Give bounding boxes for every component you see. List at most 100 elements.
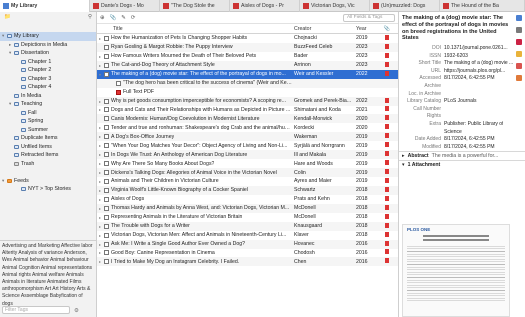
attachment-icon[interactable] [380, 70, 394, 78]
table-row[interactable]: ▸ How the Humanization of Pets Is Changin… [97, 34, 398, 43]
attachment-icon[interactable] [380, 106, 394, 113]
tab-document-3[interactable]: Aisles of Dogs - Pr [230, 0, 300, 12]
attachment-icon[interactable] [380, 97, 394, 105]
table-row[interactable]: ▸ A Dog's Box-Office Journey Wakeman 2019 [97, 132, 398, 142]
collection-item[interactable]: Retracted Items [0, 151, 96, 160]
attachment-icon[interactable] [380, 160, 394, 167]
attachment-icon[interactable] [380, 258, 394, 265]
abstract-section[interactable]: ▸ Abstract The media is a powerful for..… [399, 150, 525, 160]
table-row[interactable]: Ryan Gosling & Margot Robbie: The Puppy … [97, 42, 398, 52]
table-row[interactable]: ▸ Tender and true and ronhuman: Shakespea… [97, 123, 398, 132]
collection-item[interactable]: ▸ Depictions in Media [0, 41, 96, 50]
attachment-icon[interactable] [380, 231, 394, 239]
search-input[interactable]: All Fields & Tags [343, 13, 395, 22]
table-row[interactable]: ▸ Dickens's Talking Dogs: Allegories of A… [97, 168, 398, 177]
attachment-icon[interactable] [380, 213, 394, 221]
field-value[interactable]: 10.1371/journal.pone.0261... [444, 45, 508, 51]
attachments-icon[interactable] [516, 39, 522, 45]
item-title[interactable]: The making of a (dog) movie star: The ef… [399, 12, 525, 44]
abstract-icon[interactable] [516, 27, 522, 33]
table-row[interactable]: "The dog hero has been critical to the s… [97, 78, 398, 88]
column-title[interactable]: Title [97, 26, 292, 32]
filter-tags-input[interactable]: Filter Tags [2, 306, 70, 314]
collection-item[interactable]: NYT > Top Stories [0, 185, 96, 194]
table-row[interactable]: ▸ In Dogs We Trust: An Anthology of Ameri… [97, 150, 398, 160]
attachment-icon[interactable] [380, 177, 394, 185]
tab-document-4[interactable]: Victorian Dogs, Vic [300, 0, 370, 12]
collection-item[interactable]: Fall [0, 109, 96, 118]
tag-actions-icon[interactable]: ⚙ [74, 308, 79, 314]
attachment-icon[interactable] [380, 52, 394, 60]
table-row[interactable]: ▸ Aisles of Dogs Prats and Kehn 2018 [97, 195, 398, 204]
table-row[interactable]: ▸ Ask Me: I Write a Single Good Author Ev… [97, 239, 398, 249]
attachment-icon[interactable] [380, 61, 394, 69]
table-row[interactable]: ▸ How Famous Writers Mourned the Death of… [97, 52, 398, 61]
field-value[interactable]: 1932-6203 [444, 53, 468, 59]
collection-item[interactable]: Chapter 4 [0, 83, 96, 92]
table-row[interactable]: ▸ I Tried to Make My Dog an Instagram Cel… [97, 257, 398, 267]
attachment-icon[interactable] [380, 115, 394, 122]
collection-item[interactable]: ▾ Feeds [0, 177, 96, 186]
attachment-icon[interactable] [380, 151, 394, 158]
table-row[interactable]: ▸ Victorian Dogs, Victorian Men: Affect a… [97, 231, 398, 240]
table-row[interactable]: Canis Modernis: Human/Dog Coevolution in… [97, 114, 398, 124]
field-value[interactable]: Publisher: Public Library of [444, 121, 503, 127]
collection-item[interactable]: Spring [0, 117, 96, 126]
attachment-icon[interactable] [380, 195, 394, 203]
table-row[interactable]: ▸ Dogs and Cats and Their Relationships w… [97, 106, 398, 115]
table-row[interactable]: ▸ Animals and Their Children in Victorian… [97, 177, 398, 186]
collection-item[interactable]: Chapter 3 [0, 75, 96, 84]
attachment-icon[interactable] [380, 142, 394, 149]
tags-icon[interactable] [516, 63, 522, 69]
annotate-icon[interactable]: ✎ [121, 15, 126, 21]
collection-item[interactable]: ▾ My Library [0, 32, 96, 41]
table-row[interactable]: ▸ Thomas Hardy and Animals by Anna West, … [97, 203, 398, 213]
attachment-icon[interactable] [380, 249, 394, 256]
new-item-icon[interactable]: ⊕ [100, 15, 105, 21]
notes-icon[interactable] [516, 51, 522, 57]
table-row[interactable]: ▸ Good Boy: Canine Representation in Cine… [97, 249, 398, 258]
collection-item[interactable]: Summer [0, 126, 96, 135]
table-row[interactable]: ▸ The Trouble with Dogs for a Writer Knaus… [97, 221, 398, 231]
collection-item[interactable]: ▾ Teaching [0, 100, 96, 109]
attachment-preview[interactable]: PLOS ONE [402, 224, 510, 317]
attachment-icon[interactable] [380, 240, 394, 248]
table-row[interactable]: ▸ Why is pet goods consumption impercepti… [97, 96, 398, 106]
field-value[interactable]: 8/17/2024, 6:42:55 PM [444, 136, 495, 142]
sync-icon[interactable]: ⟳ [131, 15, 136, 21]
new-collection-icon[interactable]: 📁 [4, 14, 11, 20]
table-row[interactable]: ▸ The Cat-and-Dog Theory of Attachment St… [97, 60, 398, 70]
tab-document-6[interactable]: The Hound of the Ba [440, 0, 525, 12]
collection-item[interactable]: Trash [0, 160, 96, 169]
table-row[interactable]: ▸ "When Your Dog Matches Your Decor": Obj… [97, 141, 398, 150]
attachment-icon[interactable] [380, 133, 394, 140]
field-value[interactable]: https://journals.plos.org/pl... [444, 68, 505, 74]
tab-document-2[interactable]: "The Dog Stole the [160, 0, 230, 12]
attachment-icon[interactable] [380, 169, 394, 176]
attachments-section[interactable]: ▾ 1 Attachment [399, 159, 525, 169]
column-year[interactable]: Year [354, 26, 380, 32]
add-attachment-icon[interactable]: 📎 [110, 15, 117, 21]
tab-document-5[interactable]: (Un)muzzled: Dogs [370, 0, 440, 12]
field-value[interactable]: 8/17/2024, 6:42:55 PM [444, 75, 495, 81]
table-row[interactable]: ▸ Representing Animals in the Literature … [97, 213, 398, 222]
table-row[interactable]: ▸ Why Are There So Many Books About Dogs?… [97, 159, 398, 168]
attachment-icon[interactable] [380, 222, 394, 230]
attachment-column-icon[interactable]: 📎 [380, 26, 394, 32]
info-icon[interactable] [516, 15, 522, 21]
collection-item[interactable]: Chapter 1 [0, 58, 96, 67]
collection-item[interactable]: ▾ Dissertation [0, 49, 96, 58]
tab-document-1[interactable]: Dante's Dogs - Mo [90, 0, 160, 12]
attachment-icon[interactable] [380, 43, 394, 51]
field-value[interactable]: Science [444, 129, 462, 135]
filter-collections-icon[interactable]: ⚲ [88, 14, 92, 20]
table-row[interactable]: ▾ The making of a (dog) movie star: The e… [97, 69, 398, 79]
collection-item[interactable]: In Media [0, 92, 96, 101]
field-value[interactable]: The making of a (dog) movie ... [444, 60, 513, 66]
tag-list[interactable]: Advertising and Marketing Affective labo… [2, 243, 93, 307]
attachment-icon[interactable] [380, 124, 394, 131]
tab-my-library[interactable]: My Library [0, 0, 90, 12]
attachment-icon[interactable] [380, 186, 394, 194]
collection-item[interactable]: Chapter 2 [0, 66, 96, 75]
collection-item[interactable]: Duplicate Items [0, 134, 96, 143]
